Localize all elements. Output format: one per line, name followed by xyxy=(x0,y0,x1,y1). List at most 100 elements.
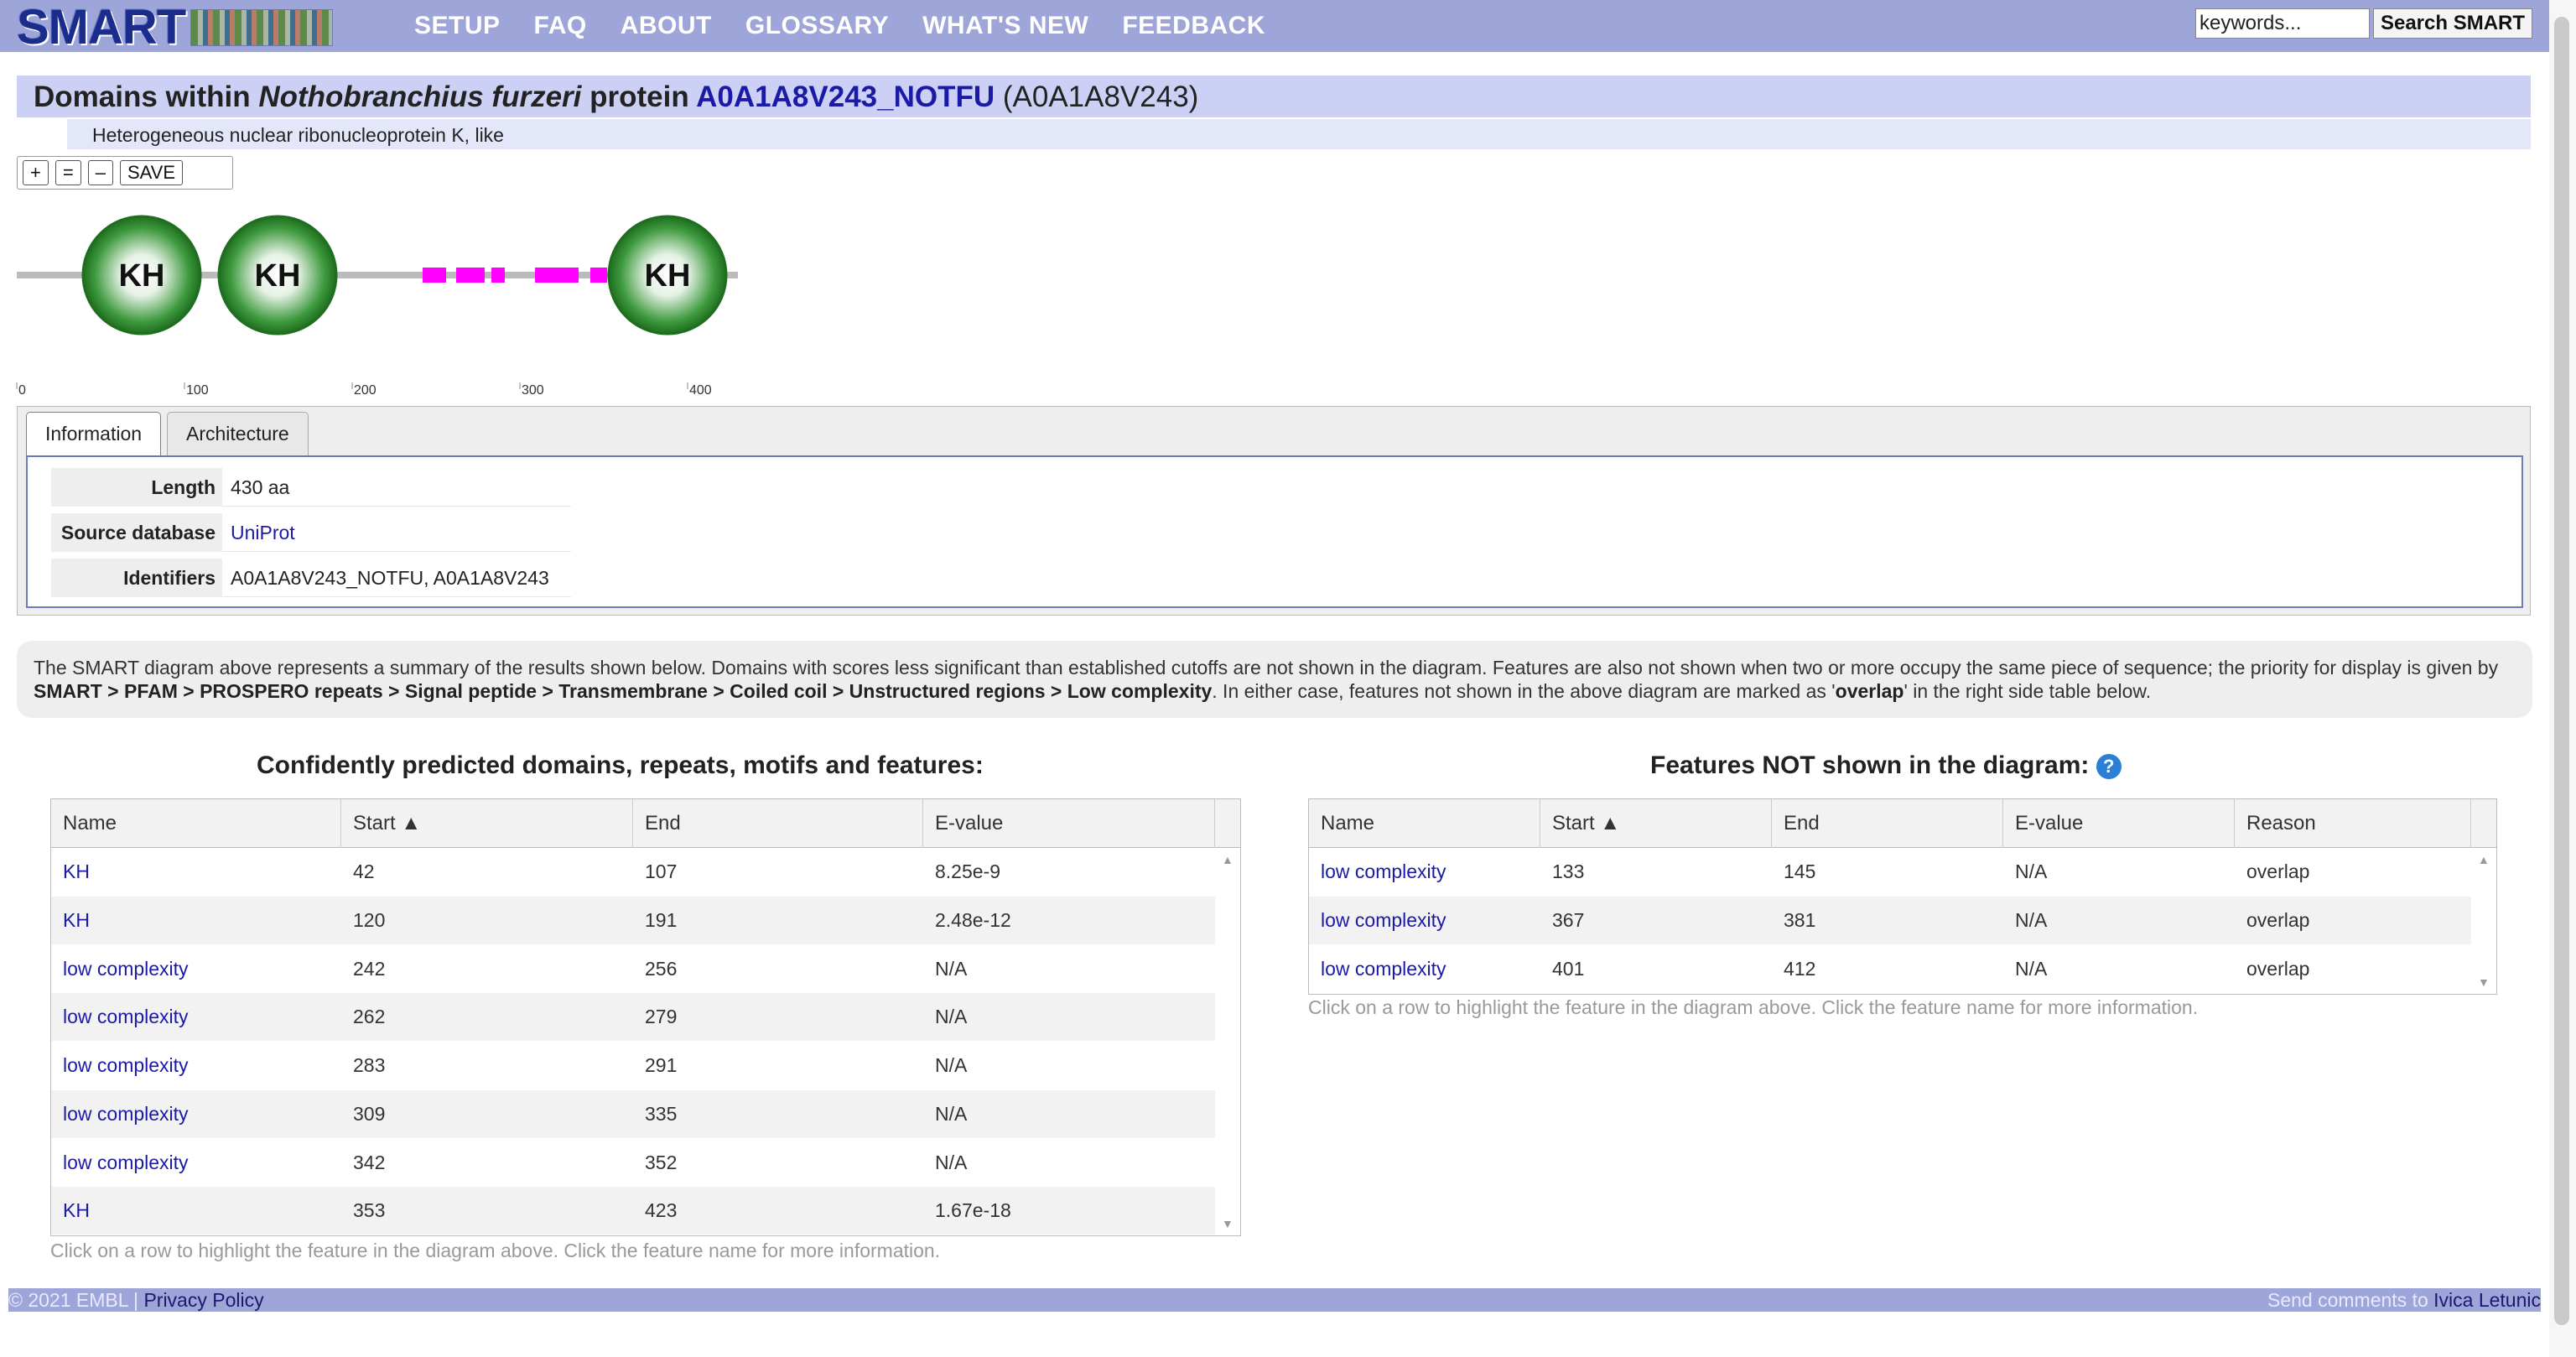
table-row[interactable]: low complexity 283 291 N/A xyxy=(51,1042,1240,1089)
column-header-evalue[interactable]: E-value xyxy=(923,799,1215,848)
cell-evalue: N/A xyxy=(935,1054,968,1076)
main-nav: SETUP FAQ ABOUT GLOSSARY WHAT'S NEW FEED… xyxy=(414,12,1265,40)
search-input[interactable] xyxy=(2195,8,2370,39)
feature-name-link[interactable]: low complexity xyxy=(51,1090,189,1138)
table-row[interactable]: low complexity 401 412 N/A overlap xyxy=(1309,945,2496,993)
nav-about[interactable]: ABOUT xyxy=(621,12,712,40)
feature-name-link[interactable]: KH xyxy=(51,897,90,944)
feature-name-link[interactable]: KH xyxy=(51,848,90,896)
column-header-end[interactable]: End xyxy=(633,799,923,848)
scroll-up-icon[interactable]: ▲ xyxy=(1222,853,1233,866)
axis-tick-label: 300 xyxy=(522,383,544,398)
right-heading-text: Features NOT shown in the diagram: xyxy=(1650,751,2090,779)
save-button[interactable]: SAVE xyxy=(119,160,184,185)
zoom-reset-button[interactable]: = xyxy=(55,160,81,185)
nav-feedback[interactable]: FEEDBACK xyxy=(1122,12,1265,40)
copyright: © 2021 EMBL xyxy=(8,1289,128,1311)
nav-whats-new[interactable]: WHAT'S NEW xyxy=(922,12,1088,40)
column-header-name[interactable]: Name xyxy=(51,799,341,848)
table-row[interactable]: low complexity 242 256 N/A xyxy=(51,945,1240,993)
cell-evalue: N/A xyxy=(2015,957,2048,980)
feature-name-link[interactable]: low complexity xyxy=(51,1042,189,1089)
cell-evalue: 2.48e-12 xyxy=(935,908,1011,931)
page-scrollbar-thumb[interactable] xyxy=(2554,17,2569,1325)
scroll-up-icon[interactable]: ▲ xyxy=(2478,853,2490,866)
feature-name-link[interactable]: low complexity xyxy=(51,993,189,1041)
table-row[interactable]: low complexity 133 145 N/A overlap xyxy=(1309,848,2496,896)
scroll-down-icon[interactable]: ▼ xyxy=(2478,975,2490,989)
uniprot-link[interactable]: UniProt xyxy=(231,522,295,543)
low-complexity-region[interactable] xyxy=(491,268,505,283)
search-button[interactable]: Search SMART xyxy=(2373,8,2532,39)
info-value: A0A1A8V243_NOTFU, A0A1A8V243 xyxy=(222,559,571,597)
cell-end: 352 xyxy=(645,1151,678,1173)
column-header-evalue[interactable]: E-value xyxy=(2003,799,2235,848)
cell-start: 353 xyxy=(353,1199,386,1222)
protein-link[interactable]: A0A1A8V243_NOTFU xyxy=(696,81,995,113)
cell-end: 145 xyxy=(1784,860,1816,882)
feature-name-link[interactable]: low complexity xyxy=(51,945,189,993)
page-scrollbar[interactable] xyxy=(2549,0,2576,1357)
column-header-reason[interactable]: Reason xyxy=(2235,799,2471,848)
table-row[interactable]: KH 353 423 1.67e-18 xyxy=(51,1187,1240,1235)
table-row[interactable]: low complexity 367 381 N/A overlap xyxy=(1309,896,2496,944)
table-row[interactable]: low complexity 309 335 N/A xyxy=(51,1089,1240,1138)
nav-glossary[interactable]: GLOSSARY xyxy=(745,12,889,40)
nav-faq[interactable]: FAQ xyxy=(534,12,587,40)
feature-name-link[interactable]: low complexity xyxy=(51,1139,189,1187)
footer: © 2021 EMBL | Privacy Policy Send commen… xyxy=(8,1288,2541,1312)
info-row-source-database: Source database UniProt xyxy=(51,512,571,553)
cell-start: 133 xyxy=(1552,860,1585,882)
low-complexity-region[interactable] xyxy=(456,268,485,283)
protein-description: Heterogeneous nuclear ribonucleoprotein … xyxy=(92,124,504,146)
left-table-caption: Click on a row to highlight the feature … xyxy=(50,1240,941,1261)
table-row[interactable]: KH 120 191 2.48e-12 xyxy=(51,896,1240,944)
domain-label: KH xyxy=(645,258,691,294)
low-complexity-region[interactable] xyxy=(590,268,607,283)
feature-name-link[interactable]: low complexity xyxy=(1309,945,1446,993)
column-header-start[interactable]: Start ▲ xyxy=(1540,799,1772,848)
cell-start: 401 xyxy=(1552,957,1585,980)
tab-information[interactable]: Information xyxy=(26,412,162,455)
notice-text-2: . In either case, features not shown in … xyxy=(1212,680,1836,702)
table-row[interactable]: KH 42 107 8.25e-9 xyxy=(51,848,1240,896)
cell-reason: overlap xyxy=(2246,908,2310,931)
cell-reason: overlap xyxy=(2246,860,2310,882)
privacy-policy-link[interactable]: Privacy Policy xyxy=(143,1289,263,1311)
right-table-caption: Click on a row to highlight the feature … xyxy=(1308,996,2199,1018)
cell-end: 335 xyxy=(645,1102,678,1125)
scroll-down-icon[interactable]: ▼ xyxy=(1222,1217,1233,1230)
zoom-in-button[interactable]: + xyxy=(23,160,49,185)
table-row[interactable]: low complexity 262 279 N/A xyxy=(51,993,1240,1042)
info-value: UniProt xyxy=(222,513,571,552)
cell-end: 279 xyxy=(645,1006,678,1028)
smart-logo[interactable]: SMART xyxy=(17,3,377,52)
notice-overlap: overlap xyxy=(1835,680,1904,702)
column-header-end[interactable]: End xyxy=(1772,799,2003,848)
feature-name-link[interactable]: KH xyxy=(51,1187,90,1235)
cell-evalue: N/A xyxy=(2015,908,2048,931)
nav-setup[interactable]: SETUP xyxy=(414,12,501,40)
zoom-out-button[interactable]: – xyxy=(87,160,113,185)
table-row[interactable]: low complexity 342 352 N/A xyxy=(51,1139,1240,1187)
column-header-start[interactable]: Start ▲ xyxy=(341,799,633,848)
help-icon[interactable]: ? xyxy=(2096,754,2122,780)
table-scrollbar[interactable]: ▲ ▼ xyxy=(1215,848,1240,1235)
info-label: Source database xyxy=(51,513,222,552)
low-complexity-region[interactable] xyxy=(423,268,446,283)
cell-start: 120 xyxy=(353,908,386,931)
author-link[interactable]: Ivica Letunic xyxy=(2433,1289,2541,1311)
footer-right: Send comments to Ivica Letunic xyxy=(2267,1288,2541,1312)
cell-end: 381 xyxy=(1784,908,1816,931)
low-complexity-region[interactable] xyxy=(535,268,579,283)
axis-tick-label: 0 xyxy=(18,383,26,398)
axis-tick-label: 100 xyxy=(186,383,209,398)
feature-name-link[interactable]: low complexity xyxy=(1309,897,1446,944)
column-header-name[interactable]: Name xyxy=(1309,799,1540,848)
domain-diagram[interactable]: KH KH KH 0 100 200 300 400 xyxy=(0,201,755,403)
tab-architecture[interactable]: Architecture xyxy=(167,412,309,455)
logo-image xyxy=(190,9,334,46)
feature-name-link[interactable]: low complexity xyxy=(1309,848,1446,896)
table-scrollbar[interactable]: ▲ ▼ xyxy=(2471,848,2496,994)
cell-end: 107 xyxy=(645,860,678,882)
